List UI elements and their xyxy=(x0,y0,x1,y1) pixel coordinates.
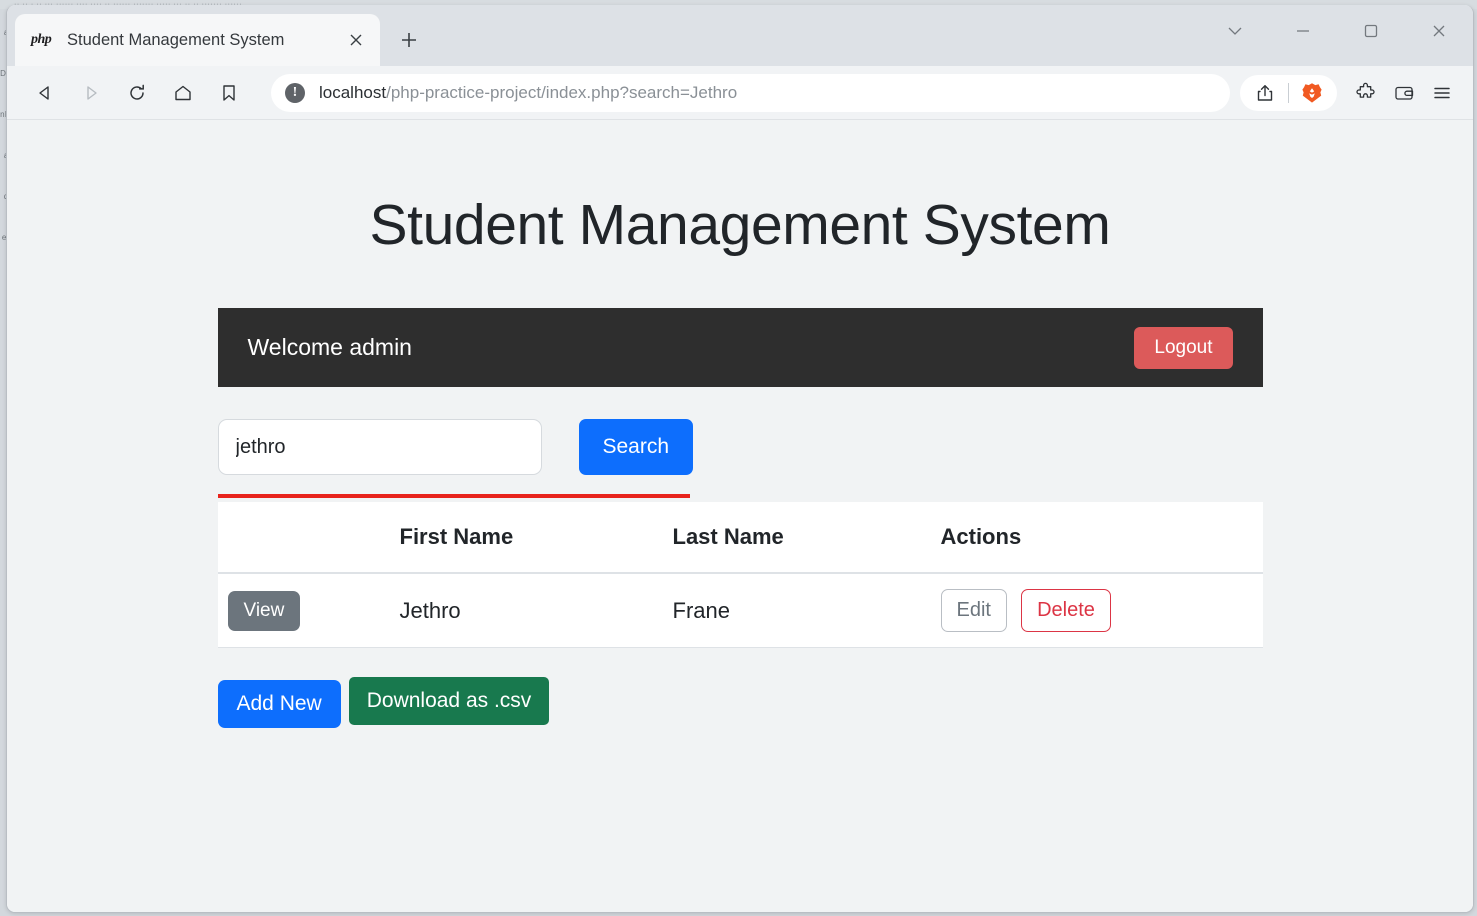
search-input[interactable] xyxy=(217,419,542,475)
table-row: View Jethro Frane Edit Delete xyxy=(217,573,1263,648)
search-form: Search xyxy=(217,419,1263,475)
download-csv-button[interactable]: Download as .csv xyxy=(348,677,550,725)
window-close-icon[interactable] xyxy=(1405,5,1473,57)
table-header-last-name: Last Name xyxy=(672,502,941,574)
php-favicon-icon: php xyxy=(31,32,52,47)
puzzle-extensions-icon[interactable] xyxy=(1347,74,1385,112)
search-button[interactable]: Search xyxy=(578,419,694,475)
table-header-first-name: First Name xyxy=(399,502,673,574)
maximize-icon[interactable] xyxy=(1337,5,1405,57)
url-path: /php-practice-project/index.php?search=J… xyxy=(386,82,738,102)
browser-tab[interactable]: php Student Management System xyxy=(15,14,380,66)
app-navbar: Welcome admin Logout xyxy=(217,308,1263,387)
tab-close-icon[interactable] xyxy=(342,26,370,54)
url-text: localhost/php-practice-project/index.php… xyxy=(319,83,737,103)
browser-toolbar: ! localhost/php-practice-project/index.p… xyxy=(7,66,1473,120)
cell-last-name: Frane xyxy=(672,573,941,648)
page-container: Welcome admin Logout Search First Name L… xyxy=(217,258,1263,728)
toolbar-divider xyxy=(1288,82,1289,103)
tab-search-chevron-down-icon[interactable] xyxy=(1201,5,1269,57)
delete-button[interactable]: Delete xyxy=(1021,589,1111,632)
students-table: First Name Last Name Actions View Jethro… xyxy=(217,502,1263,648)
share-icon[interactable] xyxy=(1246,74,1284,112)
brave-lion-icon[interactable] xyxy=(1293,74,1331,112)
red-divider xyxy=(217,494,690,498)
forward-arrow-icon xyxy=(71,73,111,113)
cell-first-name: Jethro xyxy=(399,573,673,648)
address-bar[interactable]: ! localhost/php-practice-project/index.p… xyxy=(271,73,1230,112)
logout-button[interactable]: Logout xyxy=(1134,326,1233,369)
reload-icon[interactable] xyxy=(117,73,157,113)
url-host: localhost xyxy=(319,82,387,102)
table-header-view xyxy=(217,502,400,574)
table-body: View Jethro Frane Edit Delete xyxy=(217,573,1263,648)
cell-actions: Edit Delete xyxy=(940,573,1263,648)
back-arrow-icon[interactable] xyxy=(25,73,65,113)
hamburger-menu-icon[interactable] xyxy=(1423,74,1461,112)
brave-action-group xyxy=(1240,74,1337,112)
add-new-button[interactable]: Add New xyxy=(217,680,341,728)
home-icon[interactable] xyxy=(163,73,203,113)
table-header-actions: Actions xyxy=(940,502,1263,574)
view-button[interactable]: View xyxy=(227,590,301,631)
cell-view: View xyxy=(217,573,400,648)
edit-button[interactable]: Edit xyxy=(940,589,1007,632)
table-header-row: First Name Last Name Actions xyxy=(217,502,1263,574)
tab-title: Student Management System xyxy=(67,30,285,49)
window-controls xyxy=(1201,5,1473,57)
tab-strip: php Student Management System xyxy=(7,5,1473,66)
new-tab-icon[interactable] xyxy=(393,24,425,56)
browser-window: php Student Management System ! localhos… xyxy=(6,5,1474,913)
bookmark-icon[interactable] xyxy=(209,73,249,113)
page-title: Student Management System xyxy=(369,193,1111,257)
wallet-icon[interactable] xyxy=(1385,74,1423,112)
page-viewport: Student Management System Welcome admin … xyxy=(7,120,1473,912)
bottom-actions: Add New Download as .csv xyxy=(217,677,1263,728)
toolbar-actions xyxy=(1240,74,1461,112)
table-head: First Name Last Name Actions xyxy=(217,502,1263,574)
site-info-warning-icon[interactable]: ! xyxy=(285,82,305,103)
welcome-message: Welcome admin xyxy=(247,334,412,360)
minimize-icon[interactable] xyxy=(1269,5,1337,57)
